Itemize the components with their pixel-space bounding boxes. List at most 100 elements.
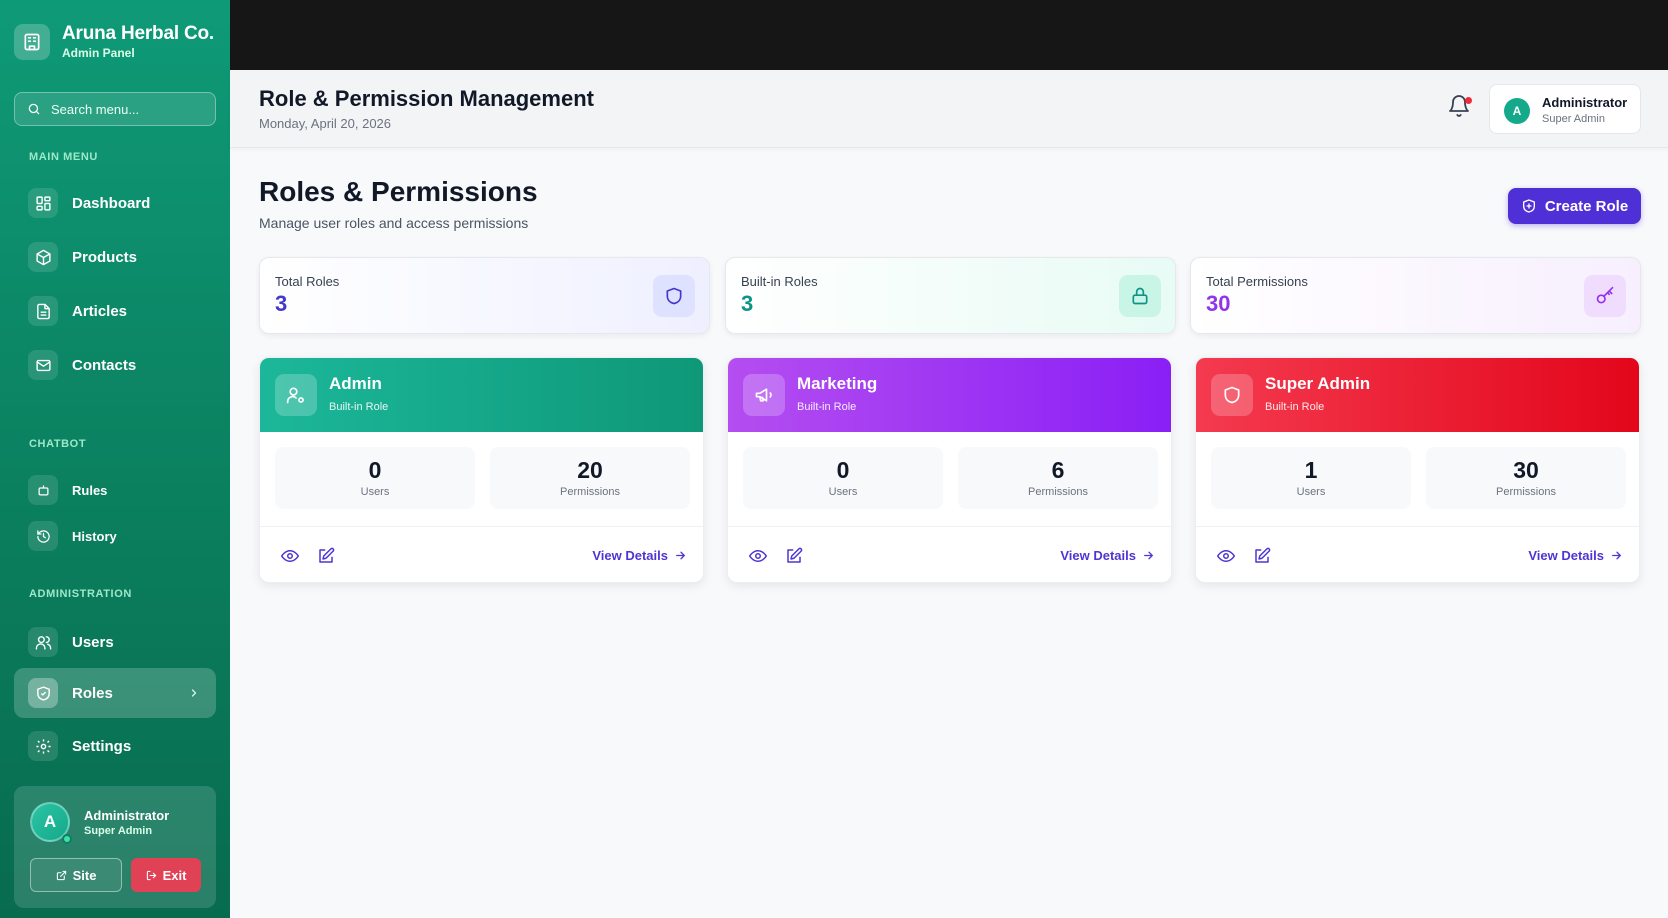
edit-icon[interactable] [1253, 547, 1271, 565]
exit-button[interactable]: Exit [131, 858, 201, 892]
role-users-stat: 0 Users [743, 447, 943, 509]
arrow-right-icon [676, 551, 686, 560]
document-icon [28, 296, 58, 326]
sidebar-item-settings[interactable]: Settings [14, 721, 216, 771]
sidebar-item-label: Rules [72, 482, 108, 498]
shield-plus-icon [1522, 199, 1535, 213]
header-user-name: Administrator [1542, 95, 1628, 110]
role-permissions-label: Permissions [1028, 486, 1088, 498]
stat-value: 3 [741, 291, 754, 316]
role-tag: Built-in Role [329, 401, 389, 413]
arrow-right-icon [1612, 551, 1622, 560]
view-details-link[interactable]: View Details [1060, 548, 1155, 563]
sidebar-item-label: Contacts [72, 356, 137, 374]
site-button[interactable]: Site [30, 858, 122, 892]
online-status-dot [62, 834, 72, 844]
sidebar-item-articles[interactable]: Articles [14, 286, 216, 336]
role-card-marketing: Marketing Built-in Role 0 Users 6 Permis… [727, 357, 1172, 583]
role-card-admin: Admin Built-in Role 0 Users 20 Permissio… [259, 357, 704, 583]
brand-title: Aruna Herbal Co. [62, 23, 214, 44]
role-permissions-label: Permissions [1496, 486, 1556, 498]
eye-icon[interactable] [281, 547, 299, 565]
users-icon [28, 627, 58, 657]
role-card-header: Marketing Built-in Role [728, 358, 1171, 432]
role-permissions-count: 6 [1051, 457, 1065, 483]
role-name: Admin [329, 374, 382, 393]
sidebar-user-card: A Administrator Super Admin Site Exit [14, 786, 216, 908]
page-subtitle: Manage user roles and access permissions [259, 215, 529, 231]
sidebar-user-role: Super Admin [84, 825, 153, 837]
sidebar: Aruna Herbal Co. Admin Panel Search menu… [0, 0, 230, 918]
brand[interactable]: Aruna Herbal Co. Admin Panel [14, 23, 214, 60]
sidebar-item-products[interactable]: Products [14, 232, 216, 282]
edit-icon[interactable] [317, 547, 335, 565]
role-card-header: Admin Built-in Role [260, 358, 703, 432]
page-header: Role & Permission Management Monday, Apr… [230, 70, 1668, 148]
stat-label: Built-in Roles [741, 274, 818, 289]
stat-card-total-roles: Total Roles 3 [259, 257, 710, 334]
stat-value: 30 [1206, 291, 1231, 316]
view-details-label: View Details [1060, 548, 1136, 563]
avatar: A [1504, 98, 1530, 124]
eye-icon[interactable] [749, 547, 767, 565]
search-placeholder: Search menu... [51, 101, 140, 117]
view-details-link[interactable]: View Details [1528, 548, 1623, 563]
role-users-count: 1 [1304, 457, 1318, 483]
role-card-header: Super Admin Built-in Role [1196, 358, 1639, 432]
exit-button-label: Exit [162, 867, 187, 883]
user-gear-icon [275, 374, 317, 416]
view-details-label: View Details [1528, 548, 1604, 563]
role-users-label: Users [828, 486, 858, 498]
role-users-label: Users [1296, 486, 1326, 498]
stat-label: Total Permissions [1206, 274, 1308, 289]
user-menu[interactable]: A Administrator Super Admin [1489, 84, 1641, 134]
role-card-footer: View Details [728, 526, 1171, 582]
chevron-right-icon [191, 689, 197, 697]
header-title: Role & Permission Management [259, 86, 594, 111]
key-icon [1584, 275, 1626, 317]
section-administration: ADMINISTRATION [29, 588, 132, 600]
role-card-footer: View Details [260, 526, 703, 582]
top-bar [230, 0, 1668, 70]
notification-dot [1465, 97, 1472, 104]
sidebar-item-users[interactable]: Users [14, 617, 216, 667]
create-role-button[interactable]: Create Role [1508, 188, 1641, 224]
package-icon [28, 242, 58, 272]
role-users-stat: 1 Users [1211, 447, 1411, 509]
lock-icon [1119, 275, 1161, 317]
section-chatbot: CHATBOT [29, 438, 87, 450]
sidebar-item-rules[interactable]: Rules [14, 468, 216, 512]
shield-icon [653, 275, 695, 317]
arrow-right-icon [1144, 551, 1154, 560]
page-title: Roles & Permissions [259, 176, 538, 207]
view-details-link[interactable]: View Details [592, 548, 687, 563]
stat-card-built-in-roles: Built-in Roles 3 [725, 257, 1176, 334]
stat-card-total-permissions: Total Permissions 30 [1190, 257, 1641, 334]
sidebar-item-contacts[interactable]: Contacts [14, 340, 216, 390]
role-users-count: 0 [836, 457, 850, 483]
sidebar-user-name: Administrator [84, 808, 170, 823]
megaphone-icon [743, 374, 785, 416]
role-permissions-stat: 20 Permissions [490, 447, 690, 509]
role-card-footer: View Details [1196, 526, 1639, 582]
sidebar-item-label: Roles [72, 684, 113, 702]
edit-icon[interactable] [785, 547, 803, 565]
role-permissions-stat: 6 Permissions [958, 447, 1158, 509]
search-input[interactable]: Search menu... [14, 92, 216, 126]
eye-icon[interactable] [1217, 547, 1235, 565]
role-permissions-count: 30 [1513, 457, 1539, 483]
building-icon [14, 23, 50, 60]
sidebar-item-label: Settings [72, 737, 132, 755]
gear-icon [28, 731, 58, 761]
create-role-label: Create Role [1544, 197, 1629, 215]
sidebar-item-label: Articles [72, 302, 128, 320]
role-users-count: 0 [368, 457, 382, 483]
sidebar-item-history[interactable]: History [14, 514, 216, 558]
sidebar-item-dashboard[interactable]: Dashboard [14, 178, 216, 228]
sidebar-item-roles[interactable]: Roles [14, 668, 216, 718]
mail-icon [28, 350, 58, 380]
role-users-label: Users [360, 486, 390, 498]
role-card-super-admin: Super Admin Built-in Role 1 Users 30 Per… [1195, 357, 1640, 583]
role-permissions-label: Permissions [560, 486, 620, 498]
shield-check-icon [28, 678, 58, 708]
